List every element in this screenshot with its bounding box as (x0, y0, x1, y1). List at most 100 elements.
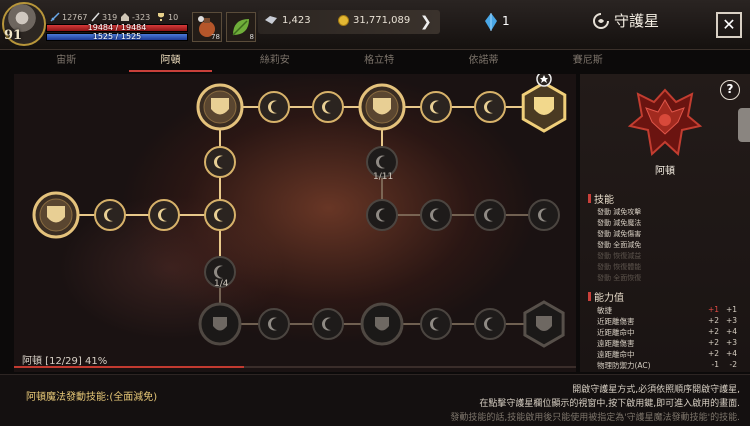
guardian-node[interactable] (420, 91, 452, 123)
tree-inactive-connectors (219, 162, 544, 325)
skill-item-locked: 發動 全面恢復 (597, 274, 642, 282)
guardian-node[interactable] (204, 146, 236, 178)
currency-arrow-button[interactable]: ❯ (420, 14, 432, 30)
progress-fill (14, 366, 245, 368)
guardian-node-locked[interactable] (474, 199, 506, 231)
guardian-node[interactable] (94, 199, 126, 231)
tab-5[interactable]: 賽尼斯 (536, 52, 640, 72)
guardian-node-locked[interactable] (474, 308, 506, 340)
guardian-node[interactable] (148, 199, 180, 231)
skill-item-locked: 發動 恢復減益 (597, 252, 642, 260)
skill-item: 發動 減免魔法 (597, 219, 642, 227)
guardian-node-major[interactable] (196, 83, 244, 131)
stat-attack-value: 12767 (62, 12, 88, 22)
sword-icon (50, 12, 60, 22)
node-label-1-11: 1/11 (373, 172, 393, 182)
tab-1[interactable]: 阿頓 (118, 52, 222, 72)
window-title: 守護星 (592, 10, 659, 31)
stat-current: +2 (707, 316, 719, 325)
guardian-node-major[interactable] (32, 191, 80, 239)
stat-attack: 12767 (50, 12, 87, 22)
quick-slot-leaf[interactable]: 8 (226, 12, 256, 42)
skill-item: 發動 減免傷害 (597, 230, 642, 238)
hp-text: 19484 / 19484 (87, 23, 147, 32)
guardian-node-locked[interactable] (420, 199, 452, 231)
stat-max: +3 (725, 316, 737, 325)
leaf-count: 8 (249, 33, 254, 41)
guardian-node-locked[interactable] (258, 308, 290, 340)
crystal-icon (484, 12, 498, 36)
progress-track (14, 366, 576, 368)
guardian-node-star[interactable] (521, 74, 567, 133)
guardian-node-star-locked[interactable] (523, 300, 565, 348)
hint-line-1: 開啟守護星方式,必須依照順序開啟守護星, (572, 385, 740, 395)
stat-row: 近距離命中 +2 +4 (597, 327, 742, 338)
stat-max: +4 (725, 349, 737, 358)
hint-line-3: 發動技能的話,技能啟用後只能使用被指定為'守護星魔法發動技能'的技能. (450, 413, 740, 423)
tab-4[interactable]: 依諾蒂 (431, 52, 535, 72)
stat-trophy-value: 10 (168, 12, 179, 22)
window-title-text: 守護星 (614, 12, 660, 30)
stat-current: +2 (707, 327, 719, 336)
skills-header-text: 技能 (594, 195, 614, 206)
diamond-amount: 1,423 (282, 15, 311, 26)
close-button[interactable]: ✕ (716, 12, 742, 38)
side-drawer-handle[interactable] (738, 108, 750, 142)
stat-max: +4 (725, 327, 737, 336)
guardian-node-major-locked[interactable] (198, 302, 242, 346)
mp-text: 1525 / 1525 (92, 32, 142, 41)
magic-skill-note: 阿頓魔法發動技能:(全面減免) (26, 392, 158, 403)
stat-max: -2 (729, 360, 737, 369)
stat-row: 遠距離命中 +2 +4 (597, 349, 742, 360)
skill-item: 發動 全面減免 (597, 241, 642, 249)
gold-amount: 31,771,089 (353, 15, 411, 26)
tab-0[interactable]: 宙斯 (14, 52, 118, 72)
skill-item-locked: 發動 恢復體能 (597, 263, 642, 271)
guardian-star-icon (593, 12, 609, 29)
guardian-name: 阿頓 (655, 166, 675, 177)
stat-current: +1 (707, 305, 719, 314)
tab-3[interactable]: 格立特 (327, 52, 431, 72)
stat-name: 物理防禦力(AC) (597, 361, 651, 370)
stats-header: 能力值 (588, 289, 624, 304)
guardian-node[interactable] (312, 91, 344, 123)
hp-bar: 19484 / 19484 (46, 23, 188, 32)
skill-item: 發動 減免攻擊 (597, 208, 642, 216)
stat-row: 物理防禦力(AC) -1 -2 (597, 360, 742, 371)
stat-alignment-value: -323 (132, 12, 151, 22)
character-level: 91 (4, 28, 23, 43)
guardian-node[interactable] (258, 91, 290, 123)
guardian-node-major-locked[interactable] (360, 302, 404, 346)
top-status-bar: 91 12767 319 -323 10 19484 / 19484 1525 … (0, 0, 750, 50)
guardian-node-locked[interactable] (528, 199, 560, 231)
house-icon (120, 12, 130, 22)
guardian-node-locked[interactable] (366, 199, 398, 231)
help-button[interactable]: ? (720, 80, 740, 100)
guardian-node[interactable] (474, 91, 506, 123)
guardian-node-locked[interactable] (312, 308, 344, 340)
quick-slot-potion[interactable]: 78 (192, 12, 222, 42)
stat-name: 近距離命中 (597, 328, 635, 337)
guardian-node-locked[interactable] (420, 308, 452, 340)
stat-alignment: -323 (120, 12, 150, 22)
trophy-icon (156, 12, 166, 22)
stat-name: 遠距離傷害 (597, 339, 635, 348)
potion-count: 78 (211, 33, 220, 41)
slash-icon (90, 12, 100, 22)
tab-2[interactable]: 絲莉安 (223, 52, 327, 72)
stat-name: 遠距離命中 (597, 350, 635, 359)
stat-current: +2 (707, 349, 719, 358)
crystal-count: 1 (502, 14, 510, 28)
guardian-tabs: 宙斯 阿頓 絲莉安 格立特 依諾蒂 賽尼斯 (14, 52, 640, 72)
guardian-tree-panel: 1/11 1/4 (14, 74, 576, 372)
guardian-node-major[interactable] (358, 83, 406, 131)
mp-bar: 1525 / 1525 (46, 32, 188, 41)
gold-coin-icon (338, 15, 349, 29)
stat-max: +1 (725, 305, 737, 314)
skills-header: 技能 (588, 191, 614, 206)
stat-current: +2 (707, 338, 719, 347)
tree-connectors (56, 106, 544, 272)
node-label-1-4: 1/4 (214, 279, 229, 289)
hint-line-2: 在點擊守護星欄位顯示的視窗中,按下啟用鍵,即可進入啟用的畫面. (479, 399, 740, 409)
guardian-node[interactable] (204, 199, 236, 231)
